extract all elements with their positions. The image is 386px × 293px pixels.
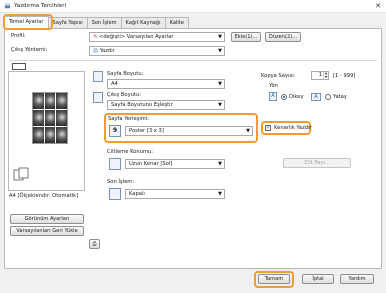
tab-highlight xyxy=(3,14,53,30)
copies-stepper[interactable]: 1 ▲ ▼ xyxy=(311,71,329,80)
binding-value: Uzun Kenar [Sol] xyxy=(129,161,173,167)
ok-button[interactable]: Tamam xyxy=(258,274,290,284)
printer-info-button[interactable]: ⎙ xyxy=(89,239,100,249)
output-method-select[interactable]: ▤ Yazdır ▼ xyxy=(89,46,225,56)
copies-value: 1 xyxy=(318,72,322,78)
portrait-radio[interactable] xyxy=(281,94,287,100)
page-layout-label: Sayfa Yerleşimi: xyxy=(108,116,150,122)
chevron-down-icon: ▼ xyxy=(218,34,222,40)
close-button[interactable]: ✕ xyxy=(375,2,381,10)
preview-mode-icon xyxy=(12,63,26,70)
printer-icon xyxy=(4,3,11,9)
binding-icon xyxy=(109,158,121,170)
profile-value: <değişti> Varsayılan Ayarlar xyxy=(99,34,174,40)
print-border-checkbox[interactable]: ✓ xyxy=(265,125,271,131)
finishing-icon xyxy=(109,188,121,200)
print-border-label: Kenarlık Yazdır xyxy=(274,125,312,131)
output-size-select[interactable]: Sayfa Boyutunu Eşleştir ▼ xyxy=(107,100,225,110)
page-layout-icon: 9 xyxy=(109,125,121,137)
layout-preview xyxy=(8,71,85,191)
page-size-value: A4 xyxy=(111,81,118,87)
chevron-down-icon: ▼ xyxy=(218,81,222,87)
output-size-value: Sayfa Boyutunu Eşleştir xyxy=(111,102,173,108)
view-settings-button[interactable]: Görünüm Ayarları xyxy=(10,214,84,224)
copies-range: [1 - 999] xyxy=(333,73,356,79)
finishing-label: Son İşlem: xyxy=(107,179,135,185)
poster-preview-grid xyxy=(32,92,68,144)
restore-defaults-button[interactable]: Varsayılanları Geri Yükle xyxy=(10,226,84,236)
chevron-down-icon: ▼ xyxy=(218,102,222,108)
portrait-icon: A xyxy=(269,92,277,101)
chevron-down-icon: ▼ xyxy=(218,48,222,54)
cancel-button[interactable]: İptal xyxy=(302,274,334,284)
landscape-label: Yatay xyxy=(333,94,347,100)
chevron-down-icon: ▼ xyxy=(246,128,250,134)
preview-caption: A4 [Ölçeklendir: Otomatik] xyxy=(9,193,79,199)
binding-label: Ciltleme Konumu: xyxy=(107,149,154,155)
pencil-icon: ✎ xyxy=(93,34,98,40)
tab-page-setup[interactable]: Sayfa Yapısı xyxy=(47,17,88,28)
finishing-value: Kapalı xyxy=(129,191,145,197)
output-size-label: Çıkış Boyutu: xyxy=(107,92,142,98)
copies-label: Kopya Sayısı: xyxy=(261,73,296,79)
page-size-select[interactable]: A4 ▼ xyxy=(107,79,225,89)
window-title: Yazdırma Tercihleri xyxy=(14,3,67,9)
gutter-button[interactable]: Cilt Payı... xyxy=(283,158,351,168)
output-method-value: Yazdır xyxy=(99,48,115,54)
output-size-icon xyxy=(93,92,103,103)
divider xyxy=(9,60,377,61)
orientation-label: Yön xyxy=(269,83,278,89)
printer-info-icon: ⎙ xyxy=(92,241,97,247)
tab-paper-source[interactable]: Kağıt Kaynağı xyxy=(120,17,166,28)
chevron-down-icon: ▼ xyxy=(218,161,222,167)
print-preferences-window: Yazdırma Tercihleri ✕ Temel Ayarlar Sayf… xyxy=(0,0,386,293)
output-tray-icon xyxy=(13,167,29,181)
binding-select[interactable]: Uzun Kenar [Sol] ▼ xyxy=(125,159,225,169)
stepper-arrows-icon[interactable]: ▲ ▼ xyxy=(323,71,328,79)
profile-select[interactable]: ✎ <değişti> Varsayılan Ayarlar ▼ xyxy=(89,32,225,42)
basic-settings-panel: Profil: ✎ <değişti> Varsayılan Ayarlar ▼… xyxy=(4,28,382,269)
edit-profile-button[interactable]: Düzen(2)... xyxy=(265,32,301,42)
help-button[interactable]: Yardım xyxy=(340,274,374,284)
profile-label: Profil: xyxy=(11,33,26,39)
portrait-label: Dikey xyxy=(289,94,304,100)
print-icon: ▤ xyxy=(93,48,98,54)
landscape-radio[interactable] xyxy=(325,94,331,100)
page-size-label: Sayfa Boyutu: xyxy=(107,71,144,77)
add-profile-button[interactable]: Ekle(1)... xyxy=(231,32,261,42)
page-layout-select[interactable]: Poster [3 x 3] ▼ xyxy=(125,126,253,136)
tab-quality[interactable]: Kalite xyxy=(164,17,189,28)
tab-finishing[interactable]: Son İşlem xyxy=(86,17,122,28)
output-method-label: Çıkış Yöntemi: xyxy=(11,47,48,53)
chevron-down-icon: ▼ xyxy=(218,191,222,197)
title-bar: Yazdırma Tercihleri ✕ xyxy=(0,0,386,13)
finishing-select[interactable]: Kapalı ▼ xyxy=(125,189,225,199)
page-size-icon xyxy=(93,71,103,82)
page-layout-value: Poster [3 x 3] xyxy=(129,128,164,134)
landscape-icon: A xyxy=(311,93,321,101)
